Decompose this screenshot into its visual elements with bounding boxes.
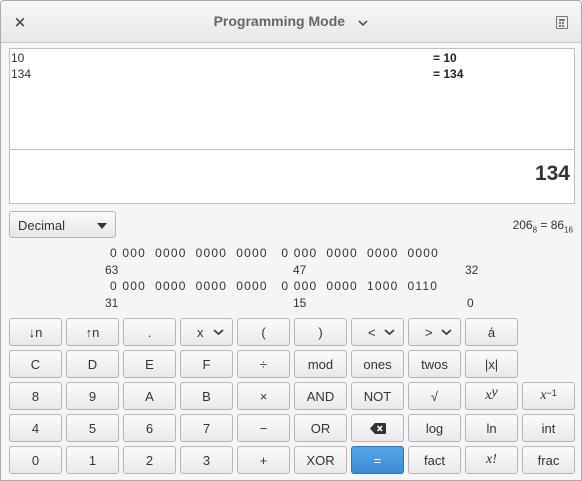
digit-a-button[interactable]: A	[123, 382, 176, 410]
multiply-button[interactable]: ×	[237, 382, 290, 410]
bit-index-label: 0	[467, 296, 474, 310]
xor-button[interactable]: XOR	[294, 446, 347, 474]
equals-button[interactable]: =	[351, 446, 404, 474]
hex-subscript: 16	[564, 225, 573, 235]
variable-label: x	[197, 324, 204, 340]
digit-2-button[interactable]: 2	[123, 446, 176, 474]
display-value: 134	[534, 162, 570, 185]
bit-index-label: 47	[293, 263, 307, 277]
digit-0-button[interactable]: 0	[9, 446, 62, 474]
backspace-icon	[369, 422, 386, 434]
divide-button[interactable]: ÷	[237, 350, 290, 378]
history-view: 10 = 10 134 = 134	[9, 48, 575, 149]
subtract-button[interactable]: −	[237, 414, 290, 442]
number-base-dropdown[interactable]: Decimal	[9, 211, 116, 238]
and-button[interactable]: AND	[294, 382, 347, 410]
power-button[interactable]: xy	[465, 382, 518, 410]
add-button[interactable]: +	[237, 446, 290, 474]
or-button[interactable]: OR	[294, 414, 347, 442]
history-expression: 134	[11, 67, 32, 81]
digit-f-button[interactable]: F	[180, 350, 233, 378]
window-title: Programming Mode	[213, 13, 346, 29]
factorial-label: x!	[486, 452, 497, 467]
shift-right-button[interactable]: ↑n	[66, 318, 119, 346]
digit-c-button[interactable]: C	[9, 350, 62, 378]
gt-label: >	[425, 324, 433, 340]
digit-1-button[interactable]: 1	[66, 446, 119, 474]
insert-character-button[interactable]: á	[465, 318, 518, 346]
shift-right-dropdown-button[interactable]: >	[408, 318, 461, 346]
base-conversion: 2068 = 8616	[513, 218, 573, 234]
digit-6-button[interactable]: 6	[123, 414, 176, 442]
chevron-down-icon	[384, 329, 395, 336]
digit-b-button[interactable]: B	[180, 382, 233, 410]
natural-log-button[interactable]: ln	[465, 414, 518, 442]
bit-index-label: 15	[293, 296, 307, 310]
lt-label: <	[368, 324, 376, 340]
absolute-value-button[interactable]: |x|	[465, 350, 518, 378]
digit-4-button[interactable]: 4	[9, 414, 62, 442]
inverse-button[interactable]: x −1	[522, 382, 575, 410]
shift-left-dropdown-button[interactable]: <	[351, 318, 404, 346]
number-base-label: Decimal	[18, 218, 65, 233]
hex-value: 86	[550, 218, 565, 232]
chevron-down-icon	[358, 20, 368, 26]
history-result: = 134	[433, 67, 464, 81]
digit-5-button[interactable]: 5	[66, 414, 119, 442]
digit-3-button[interactable]: 3	[180, 446, 233, 474]
factorize-button[interactable]: fact	[408, 446, 461, 474]
digit-9-button[interactable]: 9	[66, 382, 119, 410]
bit-index-label: 31	[105, 296, 119, 310]
chevron-down-icon	[441, 329, 452, 336]
factorial-button[interactable]: x!	[465, 446, 518, 474]
fraction-button[interactable]: frac	[522, 446, 575, 474]
menu-icon[interactable]	[556, 16, 568, 29]
digit-e-button[interactable]: E	[123, 350, 176, 378]
history-result: = 10	[433, 51, 457, 65]
ones-complement-button[interactable]: ones	[351, 350, 404, 378]
modulus-button[interactable]: mod	[294, 350, 347, 378]
inverse-exponent: −1	[546, 388, 557, 398]
square-root-button[interactable]: √	[408, 382, 461, 410]
bit-row-upper[interactable]: 0 000 0000 0000 0000 0 000 0000 0000 000…	[110, 246, 439, 260]
integer-button[interactable]: int	[522, 414, 575, 442]
history-row[interactable]: 134 = 134	[10, 67, 574, 83]
history-expression: 10	[11, 51, 25, 65]
mode-switcher[interactable]: Programming Mode	[1, 13, 581, 29]
twos-complement-button[interactable]: twos	[408, 350, 461, 378]
chevron-down-icon	[213, 329, 224, 336]
not-button[interactable]: NOT	[351, 382, 404, 410]
close-paren-button[interactable]: )	[294, 318, 347, 346]
variable-dropdown-button[interactable]: x	[180, 318, 233, 346]
digit-d-button[interactable]: D	[66, 350, 119, 378]
digit-7-button[interactable]: 7	[180, 414, 233, 442]
bit-index-label: 63	[105, 263, 119, 277]
conversion-equals: =	[537, 218, 551, 232]
calculator-window: × Programming Mode 10 = 10 134 = 134 134…	[0, 0, 582, 481]
logarithm-button[interactable]: log	[408, 414, 461, 442]
octal-value: 206	[512, 218, 533, 232]
title-bar: × Programming Mode	[1, 1, 581, 43]
bit-index-label: 32	[465, 263, 479, 277]
digit-8-button[interactable]: 8	[9, 382, 62, 410]
point-button[interactable]: .	[123, 318, 176, 346]
history-row[interactable]: 10 = 10	[10, 51, 574, 67]
power-exponent: y	[491, 385, 498, 400]
bit-row-lower[interactable]: 0 000 0000 0000 0000 0 000 0000 1000 011…	[110, 279, 438, 293]
open-paren-button[interactable]: (	[237, 318, 290, 346]
display-entry[interactable]: 134	[9, 149, 575, 204]
shift-left-button[interactable]: ↓n	[9, 318, 62, 346]
backspace-button[interactable]	[351, 414, 404, 442]
dropdown-arrow-icon	[97, 223, 107, 229]
